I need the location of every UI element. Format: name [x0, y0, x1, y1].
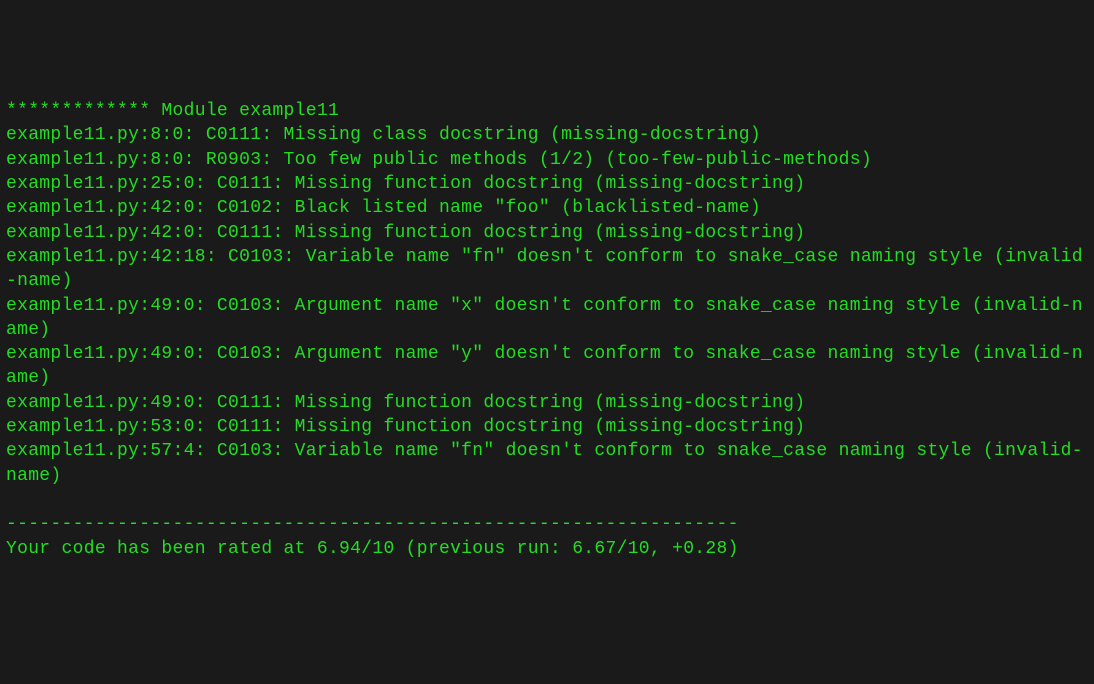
lint-message: example11.py:53:0: C0111: Missing functi…	[6, 417, 805, 437]
module-header: ************* Module example11	[6, 101, 339, 121]
lint-message: example11.py:49:0: C0103: Argument name …	[6, 344, 1083, 388]
lint-message: example11.py:42:0: C0111: Missing functi…	[6, 223, 805, 243]
lint-message: example11.py:57:4: C0103: Variable name …	[6, 441, 1083, 485]
lint-message: example11.py:49:0: C0111: Missing functi…	[6, 393, 805, 413]
lint-message: example11.py:42:0: C0102: Black listed n…	[6, 198, 761, 218]
lint-message: example11.py:8:0: R0903: Too few public …	[6, 150, 872, 170]
lint-message: example11.py:49:0: C0103: Argument name …	[6, 296, 1083, 340]
lint-message: example11.py:25:0: C0111: Missing functi…	[6, 174, 805, 194]
lint-message: example11.py:42:18: C0103: Variable name…	[6, 247, 1083, 291]
terminal-output: ************* Module example11 example11…	[0, 97, 1094, 563]
rating-line: Your code has been rated at 6.94/10 (pre…	[6, 539, 739, 559]
lint-message: example11.py:8:0: C0111: Missing class d…	[6, 125, 761, 145]
separator-line: ----------------------------------------…	[6, 514, 739, 534]
